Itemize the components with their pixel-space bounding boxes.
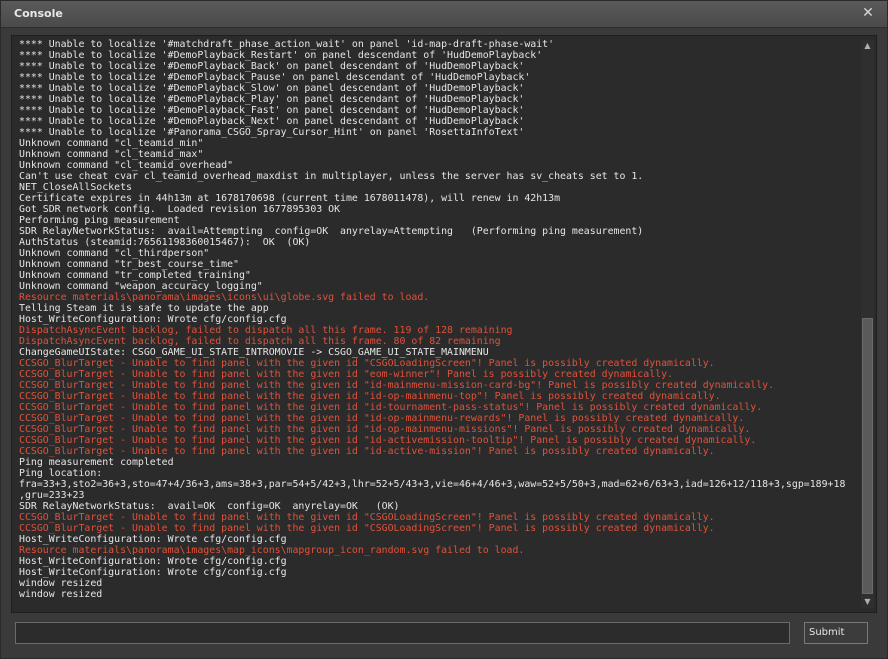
- log-line: AuthStatus (steamid:76561198360015467): …: [19, 237, 311, 248]
- log-line: fra=33+3,sto2=36+3,sto=47+4/36+3,ams=38+…: [19, 479, 846, 490]
- log-line: Unknown command "cl_teamid_overhead": [19, 160, 234, 171]
- log-line: Can't use cheat cvar cl_teamid_overhead_…: [19, 171, 644, 182]
- log-line: Ping location:: [19, 468, 103, 479]
- log-line-error: CCSGO_BlurTarget - Unable to find panel …: [19, 413, 745, 424]
- log-line: Unknown command "cl_teamid_min": [19, 138, 204, 149]
- log-line: **** Unable to localize '#DemoPlayback_S…: [19, 83, 525, 94]
- vertical-scrollbar[interactable]: ▲ ▼: [861, 40, 874, 608]
- log-line: Performing ping measurement: [19, 215, 180, 226]
- title-bar[interactable]: Console ✕: [1, 1, 887, 28]
- console-log: **** Unable to localize '#matchdraft_pha…: [19, 39, 859, 600]
- log-line: Got SDR network config. Loaded revision …: [19, 204, 341, 215]
- log-line-error: CCSGO_BlurTarget - Unable to find panel …: [19, 446, 715, 457]
- log-line: Unknown command "tr_best_course_time": [19, 259, 239, 270]
- scrollbar-thumb[interactable]: [862, 318, 873, 594]
- log-line-error: CCSGO_BlurTarget - Unable to find panel …: [19, 369, 673, 380]
- log-line-error: CCSGO_BlurTarget - Unable to find panel …: [19, 424, 751, 435]
- log-line: Unknown command "weapon_accuracy_logging…: [19, 281, 263, 292]
- log-line: **** Unable to localize '#DemoPlayback_N…: [19, 116, 525, 127]
- log-line-error: CCSGO_BlurTarget - Unable to find panel …: [19, 380, 775, 391]
- log-line: **** Unable to localize '#DemoPlayback_P…: [19, 72, 531, 83]
- log-line: **** Unable to localize '#DemoPlayback_B…: [19, 61, 525, 72]
- log-line-error: CCSGO_BlurTarget - Unable to find panel …: [19, 358, 715, 369]
- log-line: ,gru=233+23: [19, 490, 85, 501]
- log-line: SDR RelayNetworkStatus: avail=OK config=…: [19, 501, 400, 512]
- log-line: Certificate expires in 44h13m at 1678170…: [19, 193, 561, 204]
- submit-button[interactable]: Submit: [804, 622, 868, 644]
- log-line-error: CCSGO_BlurTarget - Unable to find panel …: [19, 523, 715, 534]
- log-line: Ping measurement completed: [19, 457, 174, 468]
- log-line: Unknown command "tr_completed_training": [19, 270, 251, 281]
- close-icon[interactable]: ✕: [859, 4, 877, 22]
- scroll-up-icon[interactable]: ▲: [861, 40, 874, 52]
- console-window: Console ✕ **** Unable to localize '#matc…: [0, 0, 888, 659]
- log-line-error: DispatchAsyncEvent backlog, failed to di…: [19, 336, 501, 347]
- log-line: Telling Steam it is safe to update the a…: [19, 303, 269, 314]
- log-line-error: Resource materials\panorama\images\icons…: [19, 292, 430, 303]
- log-line-error: CCSGO_BlurTarget - Unable to find panel …: [19, 391, 721, 402]
- log-line: NET_CloseAllSockets: [19, 182, 132, 193]
- log-line: Unknown command "cl_thirdperson": [19, 248, 210, 259]
- log-line: **** Unable to localize '#DemoPlayback_F…: [19, 105, 525, 116]
- log-line-error: CCSGO_BlurTarget - Unable to find panel …: [19, 402, 763, 413]
- scroll-down-icon[interactable]: ▼: [861, 596, 874, 608]
- log-line: **** Unable to localize '#matchdraft_pha…: [19, 39, 555, 50]
- log-line-error: CCSGO_BlurTarget - Unable to find panel …: [19, 435, 757, 446]
- log-line: Host_WriteConfiguration: Wrote cfg/confi…: [19, 534, 287, 545]
- log-line: SDR RelayNetworkStatus: avail=Attempting…: [19, 226, 644, 237]
- log-line: window resized: [19, 578, 103, 589]
- log-line: Host_WriteConfiguration: Wrote cfg/confi…: [19, 314, 287, 325]
- log-line-error: CCSGO_BlurTarget - Unable to find panel …: [19, 512, 715, 523]
- log-line: window resized: [19, 589, 103, 600]
- log-line: ChangeGameUIState: CSGO_GAME_UI_STATE_IN…: [19, 347, 489, 358]
- log-line: **** Unable to localize '#DemoPlayback_P…: [19, 94, 525, 105]
- log-line: Unknown command "cl_teamid_max": [19, 149, 204, 160]
- log-line: Host_WriteConfiguration: Wrote cfg/confi…: [19, 556, 287, 567]
- console-output[interactable]: **** Unable to localize '#matchdraft_pha…: [11, 35, 877, 613]
- log-line: Host_WriteConfiguration: Wrote cfg/confi…: [19, 567, 287, 578]
- log-line-error: Resource materials\panorama\images\map_i…: [19, 545, 525, 556]
- log-line: **** Unable to localize '#Panorama_CSGO_…: [19, 127, 525, 138]
- window-title: Console: [14, 7, 63, 20]
- log-line-error: DispatchAsyncEvent backlog, failed to di…: [19, 325, 513, 336]
- command-input[interactable]: [15, 622, 790, 644]
- log-line: **** Unable to localize '#DemoPlayback_R…: [19, 50, 543, 61]
